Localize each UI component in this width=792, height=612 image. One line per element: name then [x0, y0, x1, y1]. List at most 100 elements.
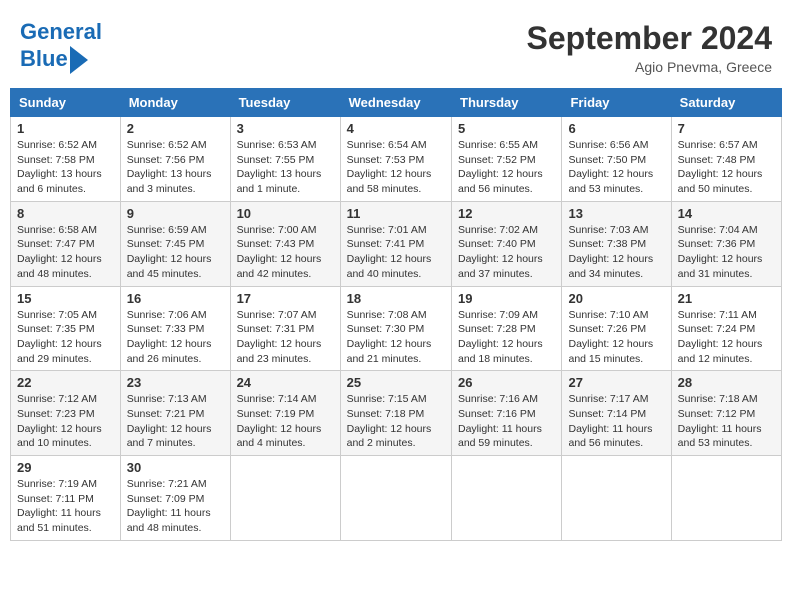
day-number: 19: [458, 291, 555, 306]
day-number: 3: [237, 121, 334, 136]
calendar-cell: 10Sunrise: 7:00 AM Sunset: 7:43 PM Dayli…: [230, 201, 340, 286]
column-header-thursday: Thursday: [452, 89, 562, 117]
day-info: Sunrise: 6:55 AM Sunset: 7:52 PM Dayligh…: [458, 138, 555, 197]
calendar-cell: 21 Sunrise: 7:11 AM Sunset: 7:24 PM Dayli…: [671, 286, 781, 371]
day-info: Sunrise: 7:21 AM Sunset: 7:09 PM Dayligh…: [127, 477, 224, 536]
day-number: 7: [678, 121, 775, 136]
day-info: Sunrise: 7:01 AM Sunset: 7:41 PM Dayligh…: [347, 223, 445, 282]
day-info: Sunrise: 7:04 AM Sunset: 7:36 PM Dayligh…: [678, 223, 775, 282]
calendar-header-row: SundayMondayTuesdayWednesdayThursdayFrid…: [11, 89, 782, 117]
calendar-cell: 12Sunrise: 7:02 AM Sunset: 7:40 PM Dayli…: [452, 201, 562, 286]
day-info: Sunrise: 6:52 AM Sunset: 7:56 PM Dayligh…: [127, 138, 224, 197]
day-number: 29: [17, 460, 114, 475]
calendar-cell: 20 Sunrise: 7:10 AM Sunset: 7:26 PM Dayli…: [562, 286, 671, 371]
calendar-cell: 25Sunrise: 7:15 AM Sunset: 7:18 PM Dayli…: [340, 371, 451, 456]
day-number: 26: [458, 375, 555, 390]
column-header-friday: Friday: [562, 89, 671, 117]
calendar-cell: 28 Sunrise: 7:18 AM Sunset: 7:12 PM Dayli…: [671, 371, 781, 456]
calendar-cell: [671, 456, 781, 541]
column-header-saturday: Saturday: [671, 89, 781, 117]
calendar-cell: 30 Sunrise: 7:21 AM Sunset: 7:09 PM Dayli…: [120, 456, 230, 541]
calendar-cell: 24 Sunrise: 7:14 AM Sunset: 7:19 PM Dayli…: [230, 371, 340, 456]
calendar-cell: [562, 456, 671, 541]
column-header-monday: Monday: [120, 89, 230, 117]
day-info: Sunrise: 7:00 AM Sunset: 7:43 PM Dayligh…: [237, 223, 334, 282]
day-number: 15: [17, 291, 114, 306]
day-info: Sunrise: 7:11 AM Sunset: 7:24 PM Dayligh…: [678, 308, 775, 367]
day-number: 13: [568, 206, 664, 221]
day-number: 17: [237, 291, 334, 306]
day-number: 8: [17, 206, 114, 221]
calendar-cell: 2 Sunrise: 6:52 AM Sunset: 7:56 PM Daylig…: [120, 117, 230, 202]
day-info: Sunrise: 7:03 AM Sunset: 7:38 PM Dayligh…: [568, 223, 664, 282]
day-number: 30: [127, 460, 224, 475]
calendar-cell: 11 Sunrise: 7:01 AM Sunset: 7:41 PM Dayli…: [340, 201, 451, 286]
calendar-cell: 8 Sunrise: 6:58 AM Sunset: 7:47 PM Daylig…: [11, 201, 121, 286]
day-info: Sunrise: 7:17 AM Sunset: 7:14 PM Dayligh…: [568, 392, 664, 451]
day-info: Sunrise: 7:14 AM Sunset: 7:19 PM Dayligh…: [237, 392, 334, 451]
logo-general: General: [20, 19, 102, 44]
calendar-cell: 17 Sunrise: 7:07 AM Sunset: 7:31 PM Dayli…: [230, 286, 340, 371]
column-header-sunday: Sunday: [11, 89, 121, 117]
day-number: 6: [568, 121, 664, 136]
day-number: 2: [127, 121, 224, 136]
logo: General Blue: [20, 20, 102, 74]
day-info: Sunrise: 7:09 AM Sunset: 7:28 PM Dayligh…: [458, 308, 555, 367]
day-number: 14: [678, 206, 775, 221]
calendar-cell: [340, 456, 451, 541]
day-info: Sunrise: 7:07 AM Sunset: 7:31 PM Dayligh…: [237, 308, 334, 367]
page-header: General Blue September 2024 Agio Pnevma,…: [10, 10, 782, 80]
day-info: Sunrise: 7:12 AM Sunset: 7:23 PM Dayligh…: [17, 392, 114, 451]
calendar-cell: 18 Sunrise: 7:08 AM Sunset: 7:30 PM Dayli…: [340, 286, 451, 371]
day-info: Sunrise: 6:56 AM Sunset: 7:50 PM Dayligh…: [568, 138, 664, 197]
day-number: 9: [127, 206, 224, 221]
day-info: Sunrise: 6:58 AM Sunset: 7:47 PM Dayligh…: [17, 223, 114, 282]
calendar-cell: 6 Sunrise: 6:56 AM Sunset: 7:50 PM Daylig…: [562, 117, 671, 202]
column-header-tuesday: Tuesday: [230, 89, 340, 117]
day-info: Sunrise: 7:13 AM Sunset: 7:21 PM Dayligh…: [127, 392, 224, 451]
day-number: 16: [127, 291, 224, 306]
day-number: 1: [17, 121, 114, 136]
day-info: Sunrise: 7:18 AM Sunset: 7:12 PM Dayligh…: [678, 392, 775, 451]
calendar-cell: 27 Sunrise: 7:17 AM Sunset: 7:14 PM Dayli…: [562, 371, 671, 456]
logo-blue: Blue: [20, 47, 68, 71]
day-info: Sunrise: 7:06 AM Sunset: 7:33 PM Dayligh…: [127, 308, 224, 367]
day-info: Sunrise: 6:59 AM Sunset: 7:45 PM Dayligh…: [127, 223, 224, 282]
calendar-cell: 9 Sunrise: 6:59 AM Sunset: 7:45 PM Daylig…: [120, 201, 230, 286]
calendar-cell: 29 Sunrise: 7:19 AM Sunset: 7:11 PM Dayli…: [11, 456, 121, 541]
calendar-cell: 4 Sunrise: 6:54 AM Sunset: 7:53 PM Daylig…: [340, 117, 451, 202]
calendar-week-row: 8 Sunrise: 6:58 AM Sunset: 7:47 PM Daylig…: [11, 201, 782, 286]
day-number: 24: [237, 375, 334, 390]
day-number: 27: [568, 375, 664, 390]
day-info: Sunrise: 7:19 AM Sunset: 7:11 PM Dayligh…: [17, 477, 114, 536]
day-number: 28: [678, 375, 775, 390]
day-info: Sunrise: 6:53 AM Sunset: 7:55 PM Dayligh…: [237, 138, 334, 197]
day-info: Sunrise: 7:10 AM Sunset: 7:26 PM Dayligh…: [568, 308, 664, 367]
calendar-cell: 16 Sunrise: 7:06 AM Sunset: 7:33 PM Dayli…: [120, 286, 230, 371]
day-number: 4: [347, 121, 445, 136]
day-number: 11: [347, 206, 445, 221]
day-info: Sunrise: 7:08 AM Sunset: 7:30 PM Dayligh…: [347, 308, 445, 367]
calendar-cell: 26 Sunrise: 7:16 AM Sunset: 7:16 PM Dayli…: [452, 371, 562, 456]
title-area: September 2024 Agio Pnevma, Greece: [527, 20, 772, 75]
calendar-week-row: 29 Sunrise: 7:19 AM Sunset: 7:11 PM Dayli…: [11, 456, 782, 541]
day-number: 20: [568, 291, 664, 306]
day-number: 25: [347, 375, 445, 390]
calendar-cell: 3 Sunrise: 6:53 AM Sunset: 7:55 PM Daylig…: [230, 117, 340, 202]
day-number: 18: [347, 291, 445, 306]
calendar-cell: 1Sunrise: 6:52 AM Sunset: 7:58 PM Daylig…: [11, 117, 121, 202]
calendar-week-row: 15Sunrise: 7:05 AM Sunset: 7:35 PM Dayli…: [11, 286, 782, 371]
day-info: Sunrise: 7:02 AM Sunset: 7:40 PM Dayligh…: [458, 223, 555, 282]
calendar-cell: 22Sunrise: 7:12 AM Sunset: 7:23 PM Dayli…: [11, 371, 121, 456]
day-info: Sunrise: 6:57 AM Sunset: 7:48 PM Dayligh…: [678, 138, 775, 197]
location-subtitle: Agio Pnevma, Greece: [527, 59, 772, 75]
day-number: 5: [458, 121, 555, 136]
calendar-cell: 5 Sunrise: 6:55 AM Sunset: 7:52 PM Daylig…: [452, 117, 562, 202]
day-info: Sunrise: 7:16 AM Sunset: 7:16 PM Dayligh…: [458, 392, 555, 451]
calendar-cell: 7 Sunrise: 6:57 AM Sunset: 7:48 PM Daylig…: [671, 117, 781, 202]
day-number: 21: [678, 291, 775, 306]
calendar-cell: [452, 456, 562, 541]
day-info: Sunrise: 6:54 AM Sunset: 7:53 PM Dayligh…: [347, 138, 445, 197]
month-title: September 2024: [527, 20, 772, 57]
calendar-week-row: 22Sunrise: 7:12 AM Sunset: 7:23 PM Dayli…: [11, 371, 782, 456]
